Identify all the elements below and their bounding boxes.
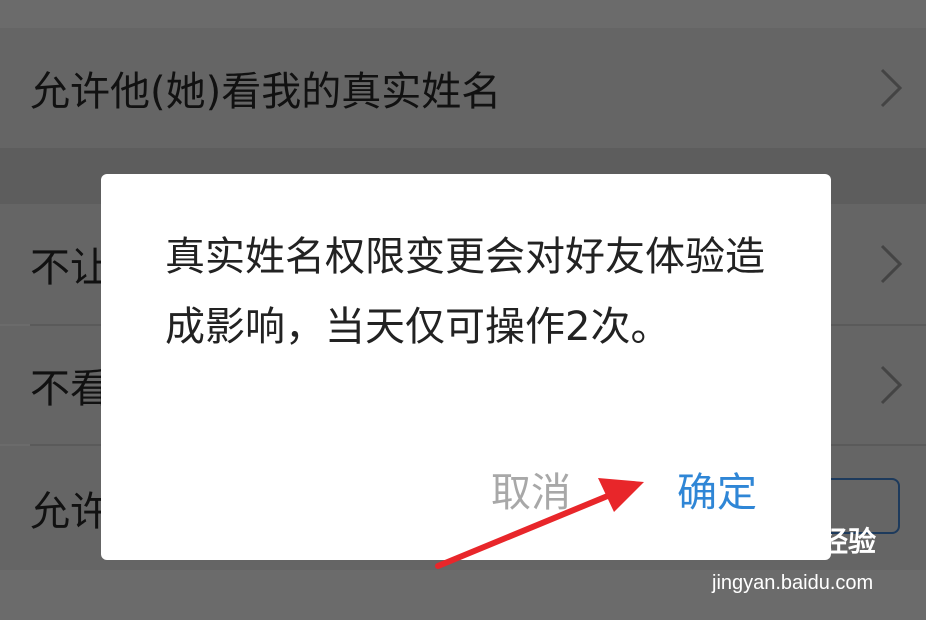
watermark-brand: 经验	[820, 526, 877, 557]
watermark-url: jingyan.baidu.com	[712, 572, 874, 594]
baidu-jingyan-watermark: Baidu 经验 jingyan.baidu.com	[712, 514, 912, 608]
paw-icon	[763, 514, 805, 552]
